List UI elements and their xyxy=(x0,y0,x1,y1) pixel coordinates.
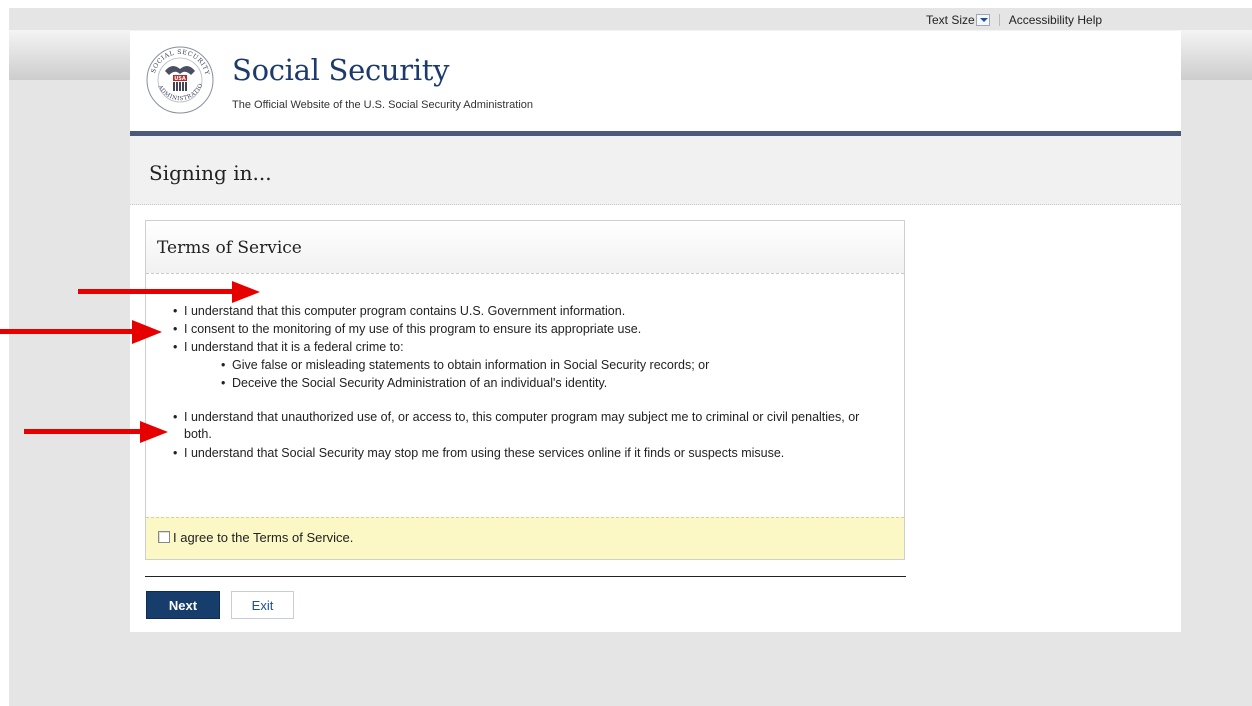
site-title[interactable]: Social Security xyxy=(232,53,450,87)
text-size-control[interactable]: Text Size xyxy=(926,13,990,27)
list-item: • I understand that this computer program… xyxy=(173,303,893,320)
terms-of-service-panel: Terms of Service • I understand that this… xyxy=(145,220,905,560)
terms-item-text: I understand that unauthorized use of, o… xyxy=(184,410,860,441)
list-item: • I understand that Social Security may s… xyxy=(173,445,888,462)
sub-list-item: • Deceive the Social Security Administrat… xyxy=(221,375,901,392)
page-title-bar: Signing in... xyxy=(130,136,1181,205)
exit-button[interactable]: Exit xyxy=(231,591,294,619)
terms-subitem-text: Give false or misleading statements to o… xyxy=(232,358,710,372)
ssa-seal-icon[interactable]: SOCIAL SECURITY ADMINISTRATION USA xyxy=(145,45,215,115)
terms-header: Terms of Service xyxy=(146,221,904,274)
terms-item-text: I understand that this computer program … xyxy=(184,304,626,318)
accessibility-help-link[interactable]: Accessibility Help xyxy=(1009,13,1102,27)
utility-bar: Text Size Accessibility Help xyxy=(926,10,1102,30)
terms-title: Terms of Service xyxy=(157,238,302,258)
agree-bar: I agree to the Terms of Service. xyxy=(146,517,904,559)
sub-list-item: • Give false or misleading statements to … xyxy=(221,357,901,374)
terms-item-text: I consent to the monitoring of my use of… xyxy=(184,322,642,336)
chevron-down-icon[interactable] xyxy=(975,14,990,26)
actions-divider xyxy=(145,576,906,577)
site-header: SOCIAL SECURITY ADMINISTRATION USA Socia… xyxy=(130,31,1181,131)
site-subtitle: The Official Website of the U.S. Social … xyxy=(232,99,534,111)
red-arrow-icon xyxy=(24,421,168,443)
svg-text:USA: USA xyxy=(174,76,186,82)
terms-item-text: I understand that it is a federal crime … xyxy=(184,340,404,354)
red-arrow-icon xyxy=(0,320,162,344)
red-arrow-icon xyxy=(78,281,260,303)
main-card: SOCIAL SECURITY ADMINISTRATION USA Socia… xyxy=(130,31,1181,632)
page-title: Signing in... xyxy=(149,161,272,185)
agree-label[interactable]: I agree to the Terms of Service. xyxy=(173,530,353,545)
list-item: • I consent to the monitoring of my use o… xyxy=(173,321,893,338)
text-size-label: Text Size xyxy=(926,13,975,27)
utility-divider xyxy=(998,14,1000,26)
terms-item-text: I understand that Social Security may st… xyxy=(184,446,785,460)
next-button[interactable]: Next xyxy=(146,591,220,619)
list-item: • I understand that it is a federal crime… xyxy=(173,339,893,356)
terms-subitem-text: Deceive the Social Security Administrati… xyxy=(232,376,608,390)
agree-checkbox[interactable] xyxy=(158,531,170,543)
list-item: • I understand that unauthorized use of, … xyxy=(173,409,863,443)
